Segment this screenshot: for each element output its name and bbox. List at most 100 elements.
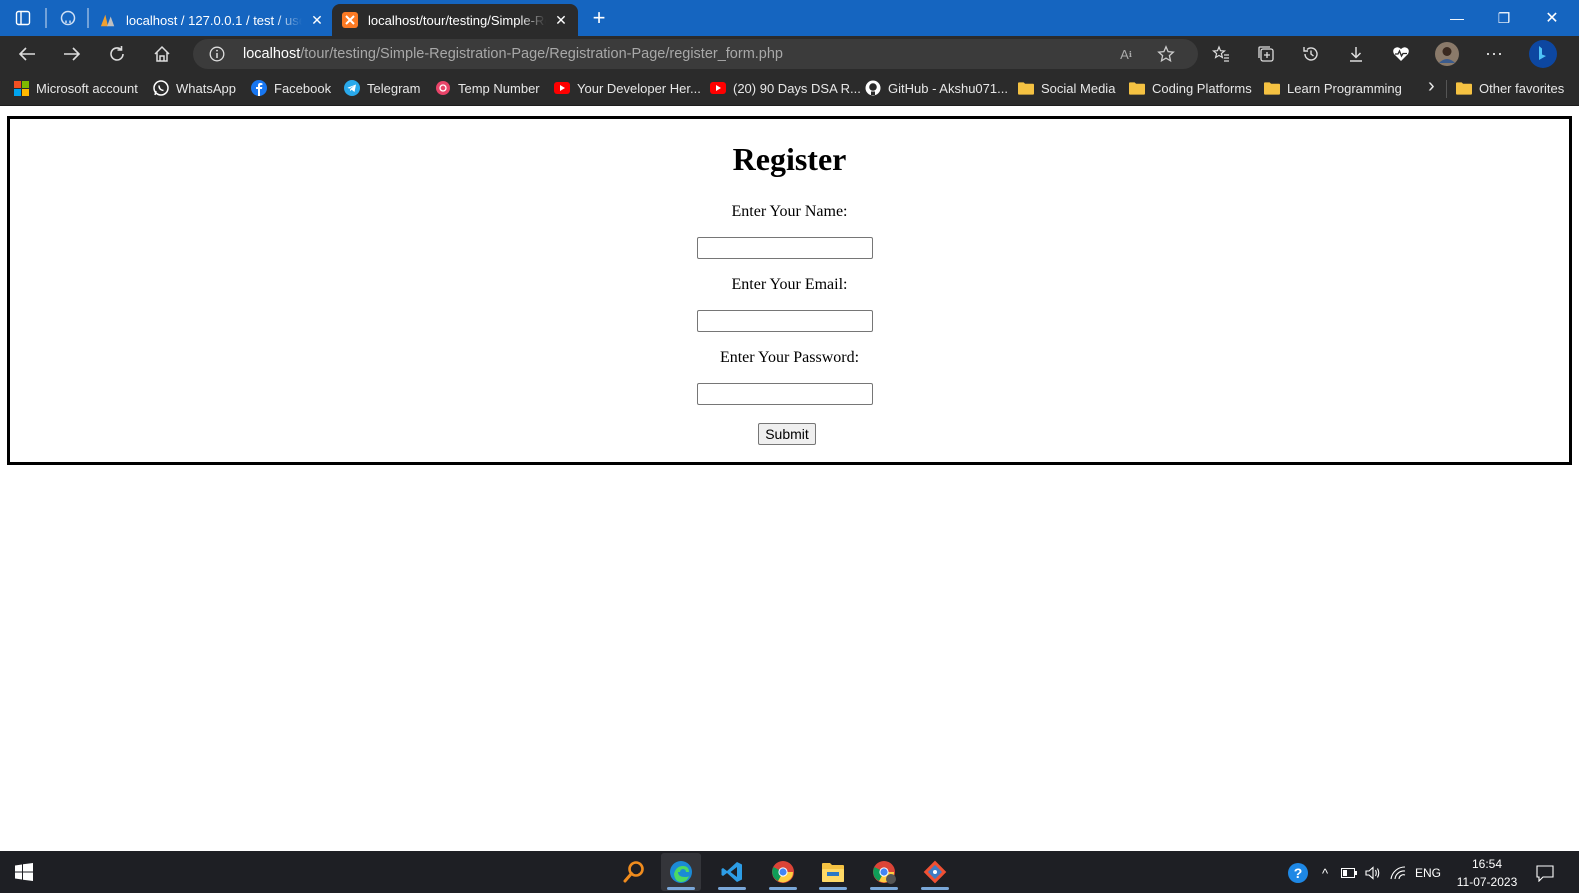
bookmark-microsoft-account[interactable]: Microsoft account: [13, 80, 138, 96]
microsoft-icon: [13, 80, 29, 96]
browser-essentials-icon[interactable]: [1388, 42, 1414, 66]
xampp-icon: [342, 12, 358, 28]
read-aloud-icon[interactable]: Aℹ: [1115, 44, 1137, 64]
close-tab-icon[interactable]: ✕: [308, 12, 326, 29]
url-host: localhost: [243, 46, 301, 62]
active-indicator: [718, 887, 746, 890]
folder-icon: [1129, 80, 1145, 96]
youtube-icon: [710, 80, 726, 96]
chrome-icon[interactable]: [763, 853, 803, 891]
page-viewport: Register Enter Your Name: Enter Your Ema…: [0, 107, 1579, 851]
refresh-icon[interactable]: [104, 42, 130, 66]
active-indicator: [819, 887, 847, 890]
minimize-button[interactable]: —: [1442, 6, 1472, 30]
git-icon[interactable]: [915, 853, 955, 891]
youtube-icon: [554, 80, 570, 96]
close-window-button[interactable]: ✕: [1537, 6, 1567, 30]
bookmark-facebook[interactable]: Facebook: [251, 80, 331, 96]
email-field[interactable]: [697, 310, 873, 332]
more-bookmarks-chevron-icon[interactable]: ›: [1428, 75, 1435, 98]
bookmark-label: Learn Programming: [1287, 80, 1402, 96]
forward-icon[interactable]: [59, 42, 85, 66]
active-indicator: [870, 887, 898, 890]
language-indicator[interactable]: ENG: [1412, 863, 1444, 883]
tab-divider: [87, 8, 89, 28]
close-tab-icon[interactable]: ✕: [552, 12, 570, 29]
wifi-icon[interactable]: [1388, 863, 1408, 883]
phpmyadmin-icon: [100, 12, 116, 28]
name-field[interactable]: [697, 237, 873, 259]
bing-copilot-icon[interactable]: [1527, 39, 1559, 69]
address-bar[interactable]: localhost/tour/testing/Simple-Registrati…: [193, 39, 1198, 69]
restore-button[interactable]: ❐: [1489, 6, 1519, 30]
whatsapp-icon: [153, 80, 169, 96]
chrome-profile-icon[interactable]: [864, 853, 904, 891]
bookmark-label: Telegram: [367, 80, 421, 96]
profile-avatar[interactable]: [1433, 41, 1461, 67]
active-indicator: [921, 887, 949, 890]
tab-phpmyadmin[interactable]: localhost / 127.0.0.1 / test / users ✕: [94, 4, 330, 36]
active-indicator: [667, 887, 695, 890]
folder-icon: [1018, 80, 1034, 96]
search-icon[interactable]: [614, 853, 654, 891]
favorites-icon[interactable]: [1208, 42, 1234, 66]
bookmark-folder-learn-programming[interactable]: Learn Programming: [1264, 80, 1402, 96]
bookmark-label: GitHub - Akshu071...: [888, 80, 1008, 96]
submit-button[interactable]: Submit: [758, 423, 816, 445]
edge-icon[interactable]: [661, 853, 701, 891]
password-label: Enter Your Password:: [719, 349, 860, 366]
downloads-icon[interactable]: [1343, 42, 1369, 66]
svg-text:?: ?: [1294, 865, 1303, 881]
file-explorer-icon[interactable]: [813, 853, 853, 891]
favorite-star-icon[interactable]: [1155, 44, 1177, 64]
active-indicator: [769, 887, 797, 890]
bookmark-label: Other favorites: [1479, 80, 1565, 96]
tab-title: localhost/tour/testing/Simple-Registrati…: [368, 12, 546, 28]
clock-date[interactable]: 11-07-2023: [1452, 874, 1522, 890]
bookmark-label: Temp Number: [458, 80, 540, 96]
bookmark-label: Coding Platforms: [1152, 80, 1252, 96]
page-title: Register: [732, 141, 847, 177]
bookmark-label: Social Media: [1041, 80, 1116, 96]
tab-divider: [45, 8, 47, 28]
bookmark-folder-coding-platforms[interactable]: Coding Platforms: [1129, 80, 1252, 96]
new-tab-button[interactable]: +: [585, 5, 613, 30]
bookmark-your-developer-hero[interactable]: Your Developer Her...: [554, 80, 701, 96]
more-options-icon[interactable]: ⋯: [1481, 42, 1507, 66]
bookmark-whatsapp[interactable]: WhatsApp: [153, 80, 236, 96]
battery-icon[interactable]: [1339, 863, 1359, 883]
bookmark-folder-other-favorites[interactable]: Other favorites: [1456, 80, 1564, 96]
tab-strip: localhost / 127.0.0.1 / test / users ✕ l…: [0, 0, 1579, 36]
temp-number-icon: [435, 80, 451, 96]
bookmark-github[interactable]: GitHub - Akshu071...: [865, 80, 1008, 96]
bookmark-label: Facebook: [274, 80, 332, 96]
history-icon[interactable]: [1298, 42, 1324, 66]
url-text: localhost/tour/testing/Simple-Registrati…: [243, 46, 783, 62]
url-path: /tour/testing/Simple-Registration-Page/R…: [300, 46, 783, 62]
vscode-icon[interactable]: [712, 853, 752, 891]
email-label: Enter Your Email:: [731, 276, 848, 293]
github-tab-icon[interactable]: [57, 8, 79, 28]
windows-start-icon[interactable]: [4, 853, 44, 891]
bookmark-90-days-dsa[interactable]: (20) 90 Days DSA R...: [710, 80, 861, 96]
home-icon[interactable]: [149, 42, 175, 66]
bookmark-telegram[interactable]: Telegram: [344, 80, 420, 96]
site-info-icon[interactable]: [207, 45, 227, 63]
bookmark-label: Microsoft account: [36, 80, 138, 96]
notifications-icon[interactable]: [1534, 862, 1556, 884]
bookmark-label: WhatsApp: [176, 80, 236, 96]
clock-time[interactable]: 16:54: [1452, 856, 1522, 872]
back-icon[interactable]: [14, 42, 40, 66]
tab-title: localhost / 127.0.0.1 / test / users: [126, 12, 302, 28]
bookmark-temp-number[interactable]: Temp Number: [435, 80, 540, 96]
bookmark-folder-social-media[interactable]: Social Media: [1018, 80, 1115, 96]
favorites-bar: Microsoft account WhatsApp Facebook Tele…: [0, 72, 1579, 106]
github-icon: [865, 80, 881, 96]
tab-actions-icon[interactable]: [12, 8, 34, 28]
show-hidden-icons-chevron-icon[interactable]: ^: [1316, 863, 1334, 883]
volume-icon[interactable]: [1363, 863, 1383, 883]
tab-registration[interactable]: localhost/tour/testing/Simple-Registrati…: [332, 4, 578, 36]
help-icon[interactable]: ?: [1286, 861, 1310, 885]
password-field[interactable]: [697, 383, 873, 405]
collections-icon[interactable]: [1253, 42, 1279, 66]
